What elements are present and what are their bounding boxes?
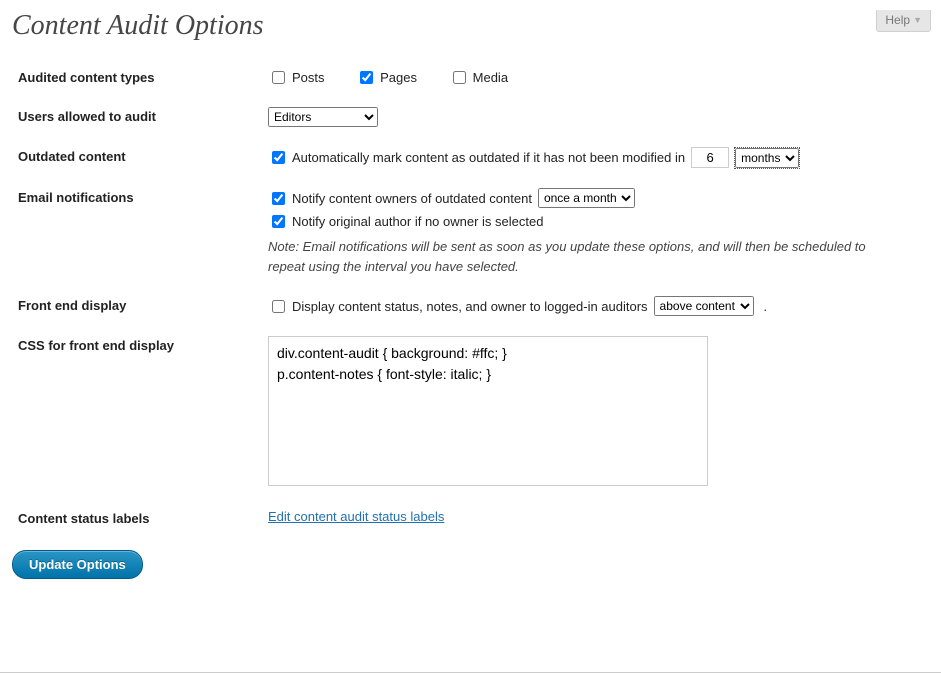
update-options-button[interactable]: Update Options: [12, 550, 143, 579]
checkbox-notify-owners-input[interactable]: [272, 192, 285, 205]
row-label-users-allowed: Users allowed to audit: [18, 101, 268, 141]
checkbox-notify-author-input[interactable]: [272, 215, 285, 228]
select-frontend-position[interactable]: above content: [654, 296, 754, 316]
checkbox-media[interactable]: Media: [449, 68, 508, 87]
row-label-outdated: Outdated content: [18, 141, 268, 182]
select-notify-frequency[interactable]: once a month: [538, 188, 635, 208]
chevron-down-icon: ▼: [913, 15, 922, 25]
options-form: Audited content types Posts Pages Media …: [18, 62, 928, 540]
select-outdated-unit[interactable]: months: [735, 148, 799, 168]
checkbox-media-label: Media: [473, 70, 508, 85]
checkbox-posts[interactable]: Posts: [268, 68, 325, 87]
row-label-frontend: Front end display: [18, 290, 268, 330]
textarea-css[interactable]: [268, 336, 708, 486]
row-label-audited-types: Audited content types: [18, 62, 268, 101]
checkbox-frontend-display-label: Display content status, notes, and owner…: [292, 299, 648, 314]
frontend-period: .: [764, 299, 768, 314]
select-users-allowed[interactable]: Editors: [268, 107, 378, 127]
link-edit-status-labels[interactable]: Edit content audit status labels: [268, 509, 444, 524]
row-label-status: Content status labels: [18, 503, 268, 540]
checkbox-auto-outdated-input[interactable]: [272, 151, 285, 164]
checkbox-notify-owners[interactable]: Notify content owners of outdated conten…: [268, 189, 532, 208]
checkbox-frontend-display-input[interactable]: [272, 300, 285, 313]
input-outdated-number[interactable]: [691, 147, 729, 168]
checkbox-posts-input[interactable]: [272, 71, 285, 84]
help-label: Help: [885, 13, 910, 27]
checkbox-notify-author-label: Notify original author if no owner is se…: [292, 214, 543, 229]
checkbox-pages[interactable]: Pages: [356, 68, 417, 87]
checkbox-auto-outdated-label: Automatically mark content as outdated i…: [292, 150, 685, 165]
row-label-email: Email notifications: [18, 182, 268, 290]
checkbox-pages-label: Pages: [380, 70, 417, 85]
checkbox-notify-owners-label: Notify content owners of outdated conten…: [292, 191, 532, 206]
checkbox-frontend-display[interactable]: Display content status, notes, and owner…: [268, 297, 648, 316]
checkbox-media-input[interactable]: [453, 71, 466, 84]
email-note: Note: Email notifications will be sent a…: [268, 237, 888, 276]
checkbox-posts-label: Posts: [292, 70, 325, 85]
checkbox-notify-author[interactable]: Notify original author if no owner is se…: [268, 212, 543, 231]
row-label-css: CSS for front end display: [18, 330, 268, 503]
checkbox-auto-outdated[interactable]: Automatically mark content as outdated i…: [268, 148, 685, 167]
help-tab[interactable]: Help ▼: [876, 10, 931, 32]
page-title: Content Audit Options: [12, 10, 941, 42]
checkbox-pages-input[interactable]: [360, 71, 373, 84]
